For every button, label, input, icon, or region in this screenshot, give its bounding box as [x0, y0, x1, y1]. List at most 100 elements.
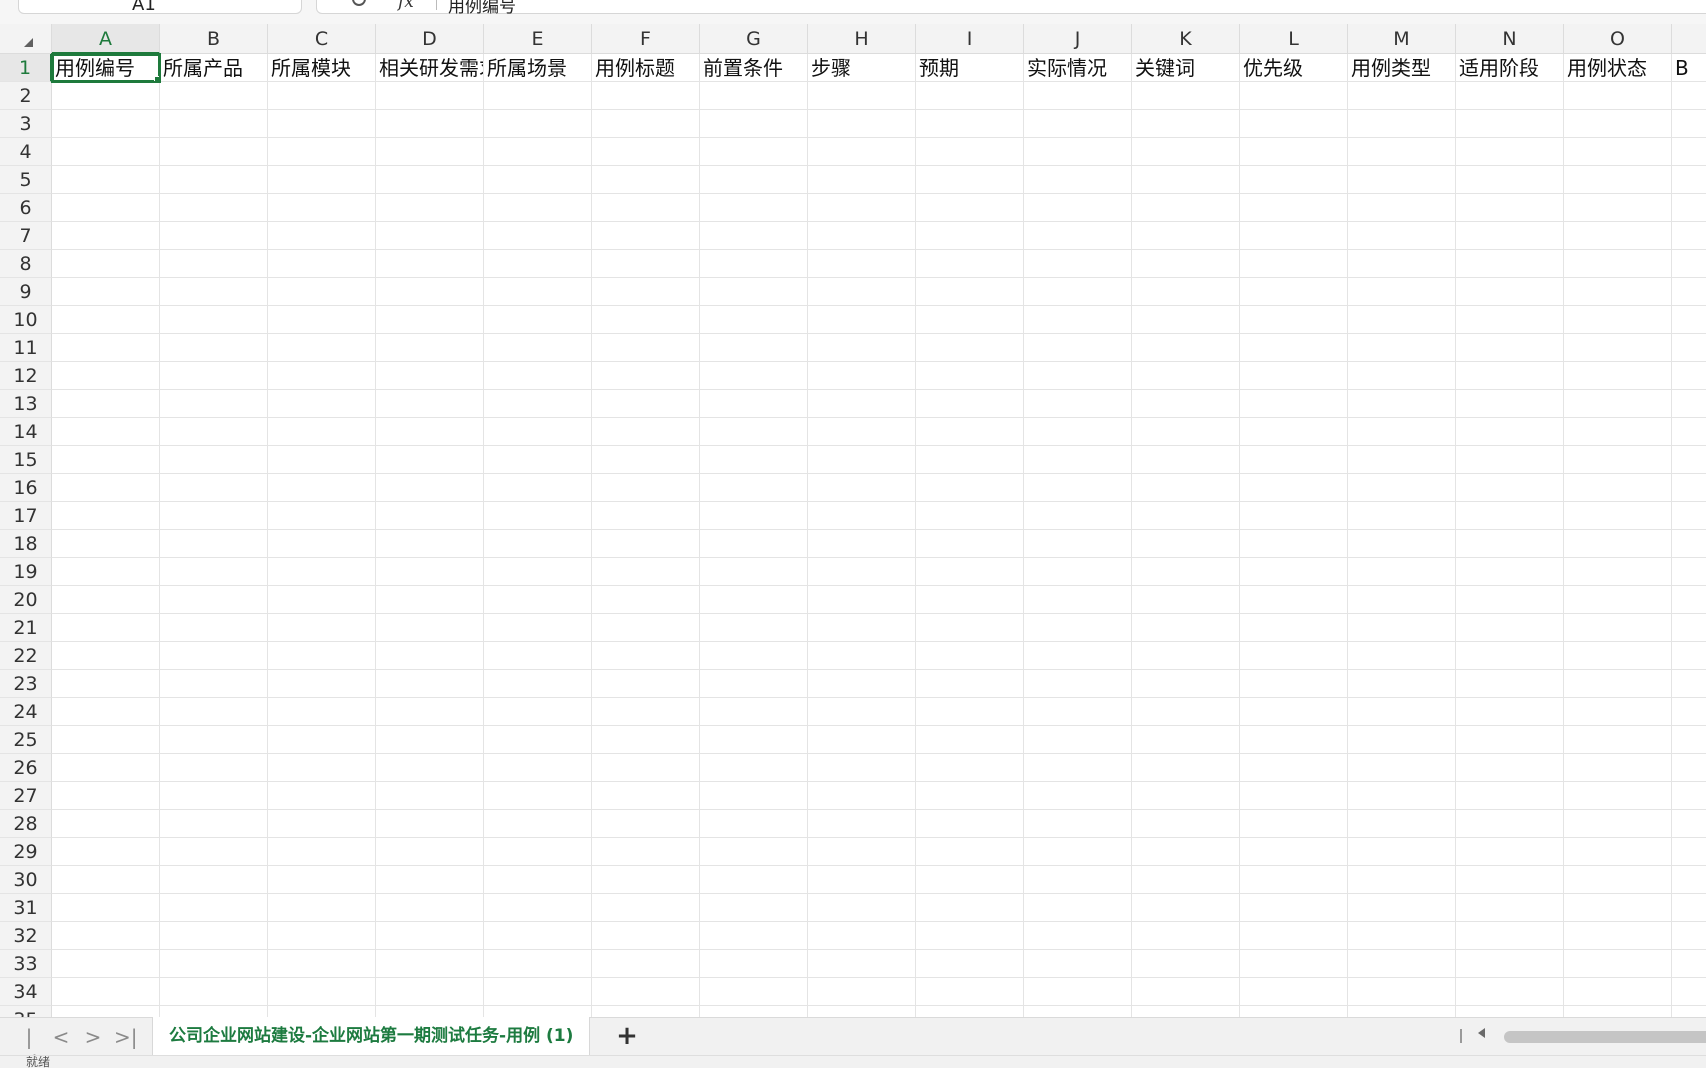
- cell-e24[interactable]: [484, 698, 592, 726]
- cell-c17[interactable]: [268, 502, 376, 530]
- cell-n5[interactable]: [1456, 166, 1564, 194]
- cell-b4[interactable]: [160, 138, 268, 166]
- cell-e3[interactable]: [484, 110, 592, 138]
- cell-c33[interactable]: [268, 950, 376, 978]
- horizontal-scrollbar-thumb[interactable]: [1504, 1031, 1706, 1043]
- cell-n7[interactable]: [1456, 222, 1564, 250]
- cell-l8[interactable]: [1240, 250, 1348, 278]
- cell-j2[interactable]: [1024, 82, 1132, 110]
- cell-h3[interactable]: [808, 110, 916, 138]
- cell-f27[interactable]: [592, 782, 700, 810]
- cell-o17[interactable]: [1564, 502, 1672, 530]
- cell-k7[interactable]: [1132, 222, 1240, 250]
- cell-p13[interactable]: [1672, 390, 1706, 418]
- cell-c6[interactable]: [268, 194, 376, 222]
- cell-n13[interactable]: [1456, 390, 1564, 418]
- cell-o32[interactable]: [1564, 922, 1672, 950]
- cell-d32[interactable]: [376, 922, 484, 950]
- cell-o9[interactable]: [1564, 278, 1672, 306]
- cell-e19[interactable]: [484, 558, 592, 586]
- cell-g8[interactable]: [700, 250, 808, 278]
- cell-d26[interactable]: [376, 754, 484, 782]
- row-header-17[interactable]: 17: [0, 502, 52, 530]
- cell-f25[interactable]: [592, 726, 700, 754]
- cell-g10[interactable]: [700, 306, 808, 334]
- row-header-21[interactable]: 21: [0, 614, 52, 642]
- row-header-8[interactable]: 8: [0, 250, 52, 278]
- cell-c18[interactable]: [268, 530, 376, 558]
- cell-h28[interactable]: [808, 810, 916, 838]
- cell-a24[interactable]: [52, 698, 160, 726]
- cell-n12[interactable]: [1456, 362, 1564, 390]
- cell-b32[interactable]: [160, 922, 268, 950]
- cell-d5[interactable]: [376, 166, 484, 194]
- cell-n10[interactable]: [1456, 306, 1564, 334]
- scroll-split-handle[interactable]: [1460, 1029, 1462, 1043]
- cell-b28[interactable]: [160, 810, 268, 838]
- cell-c21[interactable]: [268, 614, 376, 642]
- cell-h31[interactable]: [808, 894, 916, 922]
- cell-e6[interactable]: [484, 194, 592, 222]
- cell-a1[interactable]: 用例编号: [51, 53, 161, 83]
- cell-j3[interactable]: [1024, 110, 1132, 138]
- cell-o20[interactable]: [1564, 586, 1672, 614]
- cell-b34[interactable]: [160, 978, 268, 1006]
- cell-l12[interactable]: [1240, 362, 1348, 390]
- cell-l31[interactable]: [1240, 894, 1348, 922]
- cell-b25[interactable]: [160, 726, 268, 754]
- cell-o2[interactable]: [1564, 82, 1672, 110]
- cell-h30[interactable]: [808, 866, 916, 894]
- cell-i25[interactable]: [916, 726, 1024, 754]
- cell-p6[interactable]: [1672, 194, 1706, 222]
- cell-b15[interactable]: [160, 446, 268, 474]
- row-header-2[interactable]: 2: [0, 82, 52, 110]
- cell-d33[interactable]: [376, 950, 484, 978]
- cell-o4[interactable]: [1564, 138, 1672, 166]
- cell-b24[interactable]: [160, 698, 268, 726]
- cell-h8[interactable]: [808, 250, 916, 278]
- cell-f14[interactable]: [592, 418, 700, 446]
- cell-e12[interactable]: [484, 362, 592, 390]
- cell-h9[interactable]: [808, 278, 916, 306]
- cell-n27[interactable]: [1456, 782, 1564, 810]
- cell-a5[interactable]: [52, 166, 160, 194]
- cell-e11[interactable]: [484, 334, 592, 362]
- cell-i3[interactable]: [916, 110, 1024, 138]
- fx-icon[interactable]: fx: [398, 0, 414, 12]
- cell-o30[interactable]: [1564, 866, 1672, 894]
- cell-m4[interactable]: [1348, 138, 1456, 166]
- cell-g15[interactable]: [700, 446, 808, 474]
- cell-p18[interactable]: [1672, 530, 1706, 558]
- cell-h25[interactable]: [808, 726, 916, 754]
- cell-k5[interactable]: [1132, 166, 1240, 194]
- row-header-25[interactable]: 25: [0, 726, 52, 754]
- cell-j34[interactable]: [1024, 978, 1132, 1006]
- cell-n22[interactable]: [1456, 642, 1564, 670]
- cell-j14[interactable]: [1024, 418, 1132, 446]
- cell-e18[interactable]: [484, 530, 592, 558]
- formula-input[interactable]: [316, 0, 1706, 14]
- cell-m35[interactable]: [1348, 1006, 1456, 1017]
- cell-l34[interactable]: [1240, 978, 1348, 1006]
- cell-h33[interactable]: [808, 950, 916, 978]
- cell-b6[interactable]: [160, 194, 268, 222]
- cell-n23[interactable]: [1456, 670, 1564, 698]
- cell-n21[interactable]: [1456, 614, 1564, 642]
- cell-o21[interactable]: [1564, 614, 1672, 642]
- cell-g17[interactable]: [700, 502, 808, 530]
- cell-b17[interactable]: [160, 502, 268, 530]
- cell-f12[interactable]: [592, 362, 700, 390]
- cell-d2[interactable]: [376, 82, 484, 110]
- cell-l5[interactable]: [1240, 166, 1348, 194]
- cell-m6[interactable]: [1348, 194, 1456, 222]
- cell-d15[interactable]: [376, 446, 484, 474]
- cell-e9[interactable]: [484, 278, 592, 306]
- cell-f11[interactable]: [592, 334, 700, 362]
- cell-m23[interactable]: [1348, 670, 1456, 698]
- cell-h22[interactable]: [808, 642, 916, 670]
- cell-f6[interactable]: [592, 194, 700, 222]
- row-header-27[interactable]: 27: [0, 782, 52, 810]
- cell-a13[interactable]: [52, 390, 160, 418]
- cell-o25[interactable]: [1564, 726, 1672, 754]
- cell-h21[interactable]: [808, 614, 916, 642]
